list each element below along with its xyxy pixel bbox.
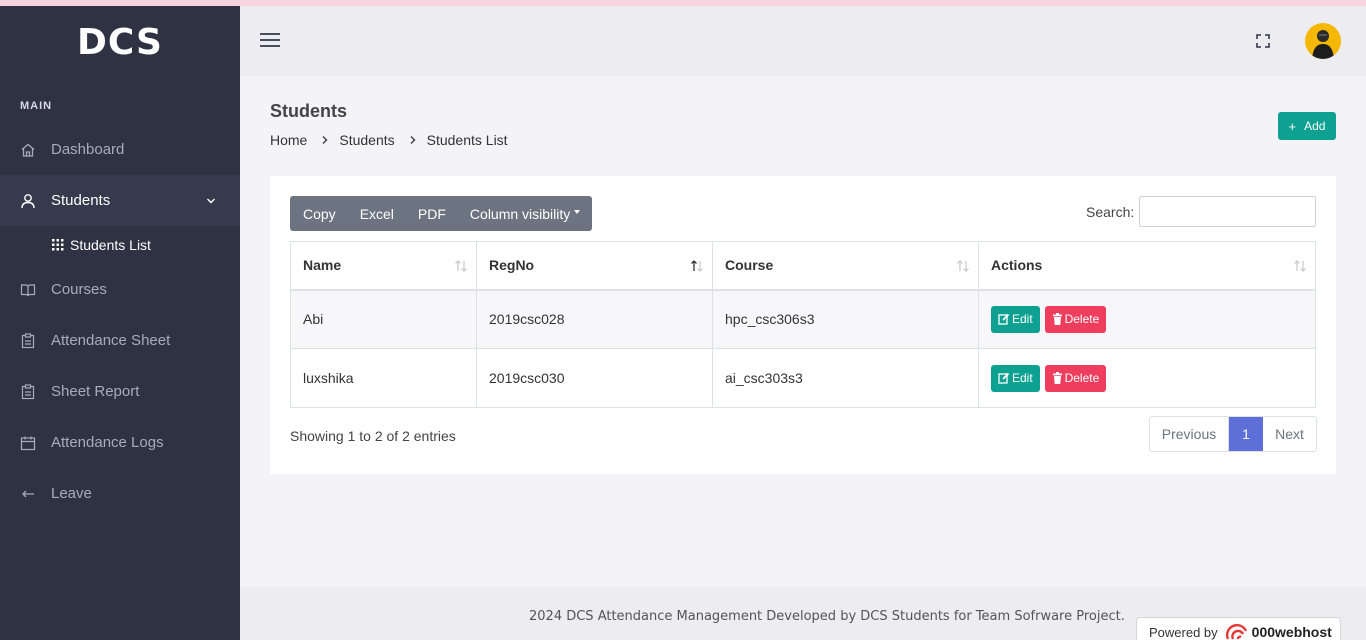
students-table-card: Copy Excel PDF Column visibility Search:… <box>270 176 1336 474</box>
sort-icon <box>956 259 970 273</box>
sidebar-item-students[interactable]: Students <box>0 175 240 226</box>
add-button-label: Add <box>1304 119 1326 133</box>
cell-name: Abi <box>290 289 477 349</box>
clipboard-icon <box>20 383 36 400</box>
column-header-name[interactable]: Name <box>290 241 477 291</box>
cell-actions: Edit Delete <box>978 289 1316 349</box>
sidebar-item-leave[interactable]: Leave <box>0 468 240 519</box>
arrow-left-icon <box>20 486 36 502</box>
chevron-right-icon <box>321 135 329 145</box>
edit-icon <box>998 372 1010 384</box>
trash-icon <box>1052 372 1062 384</box>
column-header-label: Course <box>725 257 774 274</box>
calendar-icon <box>20 435 36 451</box>
caret-down-icon <box>574 210 581 214</box>
previous-button[interactable]: Previous <box>1150 417 1229 451</box>
edit-button[interactable]: Edit <box>991 364 1040 392</box>
copy-button[interactable]: Copy <box>290 196 348 231</box>
page-1-button[interactable]: 1 <box>1229 417 1263 451</box>
sidebar-item-label: Dashboard <box>51 141 125 158</box>
breadcrumb-current: Students List <box>426 132 508 148</box>
students-table: Name RegNo Course Actions Abi 2019csc028… <box>290 241 1316 408</box>
edit-label: Edit <box>1012 371 1033 385</box>
home-icon <box>20 142 36 158</box>
breadcrumb: Home Students Students List <box>270 132 508 148</box>
sidebar-item-attendance-logs[interactable]: Attendance Logs <box>0 417 240 468</box>
sidebar-item-label: Attendance Sheet <box>51 332 171 349</box>
powered-by-badge[interactable]: Powered by 000webhost <box>1136 617 1341 640</box>
sidebar-item-courses[interactable]: Courses <box>0 264 240 315</box>
excel-button[interactable]: Excel <box>348 196 406 231</box>
sidebar-item-sheet-report[interactable]: Sheet Report <box>0 366 240 417</box>
sidebar-item-attendance-sheet[interactable]: Attendance Sheet <box>0 315 240 366</box>
topbar <box>240 6 1366 76</box>
footer-text: 2024 DCS Attendance Management Developed… <box>529 609 1125 624</box>
breadcrumb-students[interactable]: Students <box>339 132 394 148</box>
column-header-actions[interactable]: Actions <box>978 241 1316 291</box>
sidebar-item-dashboard[interactable]: Dashboard <box>0 124 240 175</box>
column-header-label: Actions <box>991 257 1043 274</box>
brand-logo[interactable]: DCS <box>0 6 240 78</box>
table-info: Showing 1 to 2 of 2 entries <box>290 428 456 444</box>
column-header-course[interactable]: Course <box>712 241 979 291</box>
table-header-row: Name RegNo Course Actions <box>290 241 1316 291</box>
sidebar-item-label: Students <box>51 192 111 209</box>
delete-button[interactable]: Delete <box>1044 364 1107 392</box>
user-icon <box>20 193 36 209</box>
column-header-label: Name <box>303 257 342 274</box>
next-button[interactable]: Next <box>1263 417 1316 451</box>
edit-button[interactable]: Edit <box>991 305 1040 333</box>
pdf-button[interactable]: PDF <box>406 196 458 231</box>
section-label: MAIN <box>20 100 53 112</box>
sidebar-item-label: Leave <box>51 485 92 502</box>
table-row: luxshika 2019csc030 ai_csc303s3 Edit Del… <box>290 348 1316 408</box>
plus-icon: + <box>1288 118 1297 134</box>
page-title: Students <box>270 101 348 121</box>
cell-course: ai_csc303s3 <box>712 348 979 408</box>
webhost-logo-icon <box>1225 622 1251 640</box>
column-visibility-label: Column visibility <box>469 205 571 222</box>
breadcrumb-home[interactable]: Home <box>270 132 307 148</box>
webhost-brand: 000webhost <box>1251 624 1332 640</box>
fullscreen-icon[interactable] <box>1255 33 1271 49</box>
delete-label: Delete <box>1064 312 1100 327</box>
edit-label: Edit <box>1012 312 1033 327</box>
chevron-down-icon <box>206 192 216 209</box>
column-header-label: RegNo <box>489 257 535 274</box>
search-input[interactable] <box>1139 196 1316 227</box>
cell-course: hpc_csc306s3 <box>712 289 979 349</box>
sidebar-item-label: Courses <box>51 281 107 298</box>
cell-regno: 2019csc028 <box>476 289 713 349</box>
cell-actions: Edit Delete <box>978 348 1316 408</box>
delete-label: Delete <box>1064 371 1100 385</box>
avatar[interactable] <box>1305 23 1341 59</box>
sort-icon <box>454 259 468 273</box>
sidebar-subitem-students-list[interactable]: Students List <box>0 226 240 264</box>
delete-button[interactable]: Delete <box>1044 305 1107 333</box>
pagination: Previous 1 Next <box>1149 416 1317 452</box>
sort-ascending-icon <box>690 259 704 273</box>
trash-icon <box>1052 313 1062 326</box>
sidebar-subitem-label: Students List <box>70 237 151 253</box>
export-button-group: Copy Excel PDF Column visibility <box>290 196 593 231</box>
book-icon <box>20 282 36 298</box>
powered-by-label: Powered by <box>1149 624 1218 640</box>
sort-icon <box>1293 259 1307 273</box>
cell-regno: 2019csc030 <box>476 348 713 408</box>
column-visibility-button[interactable]: Column visibility <box>458 196 592 231</box>
table-row: Abi 2019csc028 hpc_csc306s3 Edit Delete <box>290 289 1316 349</box>
search-label: Search: <box>1086 204 1135 220</box>
menu-icon[interactable] <box>260 33 280 49</box>
sidebar-item-label: Attendance Logs <box>51 434 164 451</box>
grid-dots-icon <box>52 239 64 251</box>
clipboard-icon <box>20 332 36 349</box>
sidebar: DCS MAIN Dashboard Students Students Lis… <box>0 6 240 640</box>
chevron-right-icon <box>409 135 417 145</box>
column-header-regno[interactable]: RegNo <box>476 241 713 291</box>
cell-name: luxshika <box>290 348 477 408</box>
edit-icon <box>998 314 1010 325</box>
add-button[interactable]: + Add <box>1278 112 1336 140</box>
sidebar-item-label: Sheet Report <box>51 383 140 400</box>
